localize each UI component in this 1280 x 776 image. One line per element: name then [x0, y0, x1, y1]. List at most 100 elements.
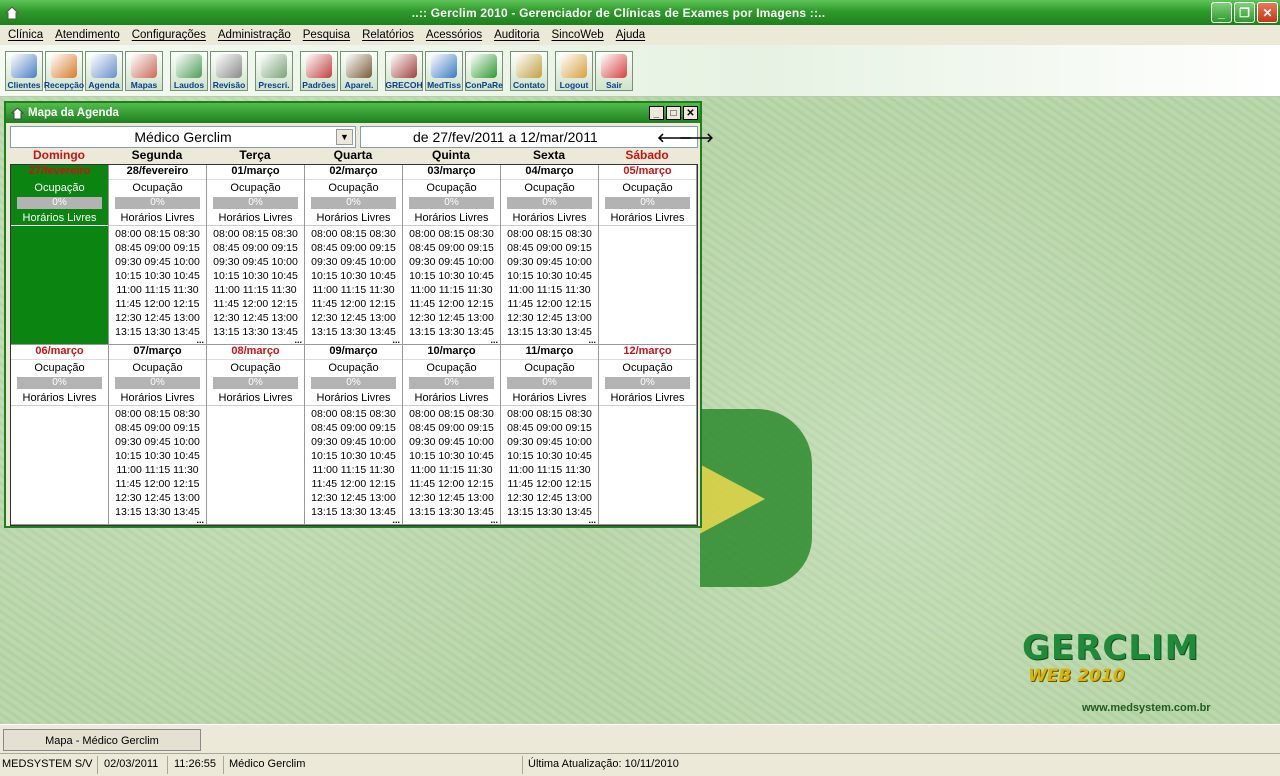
time-slot-row[interactable]: 08:00 08:15 08:30 [109, 407, 206, 421]
time-slot-row[interactable]: 13:15 13:30 13:45 [207, 325, 304, 339]
day-cell[interactable]: 11/março Ocupação 0% Horários Livres 08:00 0… [501, 345, 599, 525]
time-slot-row[interactable]: 09:30 09:45 10:00 [403, 255, 500, 269]
time-slot-row[interactable]: 11:00 11:15 11:30 [109, 463, 206, 477]
time-slot-row[interactable]: 11:45 12:00 12:15 [109, 477, 206, 491]
more-icon[interactable]: ... [588, 516, 596, 525]
time-slot-row[interactable]: 12:30 12:45 13:00 [305, 311, 402, 325]
time-slot-row[interactable]: 10:15 10:30 10:45 [403, 449, 500, 463]
time-slot-row[interactable]: 13:15 13:30 13:45 [305, 505, 402, 519]
time-slot-row[interactable]: 08:45 09:00 09:15 [305, 241, 402, 255]
time-slot-row[interactable]: 08:45 09:00 09:15 [501, 241, 598, 255]
time-slot-row[interactable]: 09:30 09:45 10:00 [109, 255, 206, 269]
time-slot-row[interactable]: 11:45 12:00 12:15 [305, 297, 402, 311]
toolbar-button-clientes[interactable]: Clientes [5, 51, 43, 91]
menu-item-8[interactable]: SincoWeb [546, 29, 610, 41]
time-slot-row[interactable]: 10:15 10:30 10:45 [501, 269, 598, 283]
time-slot-row[interactable]: 11:45 12:00 12:15 [501, 477, 598, 491]
menu-item-3[interactable]: Administração [212, 29, 297, 41]
day-cell[interactable]: 02/março Ocupação 0% Horários Livres 08:00 0… [305, 165, 403, 345]
time-slot-row[interactable]: 08:00 08:15 08:30 [501, 227, 598, 241]
time-slot-row[interactable]: 11:00 11:15 11:30 [207, 283, 304, 297]
toolbar-button-logout[interactable]: Logout [555, 51, 593, 91]
time-slot-row[interactable]: 11:45 12:00 12:15 [403, 297, 500, 311]
app-icon[interactable] [4, 5, 20, 21]
time-slot-row[interactable]: 12:30 12:45 13:00 [501, 311, 598, 325]
agenda-maximize-button[interactable]: □ [666, 106, 681, 120]
time-slot-row[interactable]: 09:30 09:45 10:00 [403, 435, 500, 449]
time-slot-row[interactable]: 11:00 11:15 11:30 [501, 283, 598, 297]
time-slot-row[interactable]: 11:45 12:00 12:15 [207, 297, 304, 311]
day-cell[interactable]: 05/março Ocupação 0% Horários Livres [599, 165, 697, 345]
time-slot-row[interactable]: 08:45 09:00 09:15 [305, 421, 402, 435]
time-slot-row[interactable]: 08:45 09:00 09:15 [403, 241, 500, 255]
time-slot-row[interactable]: 09:30 09:45 10:00 [109, 435, 206, 449]
more-icon[interactable]: ... [294, 336, 302, 345]
toolbar-button-padres[interactable]: Padrões [300, 51, 338, 91]
time-slot-row[interactable]: 11:00 11:15 11:30 [403, 283, 500, 297]
close-button[interactable]: ✕ [1257, 2, 1278, 23]
time-slot-row[interactable]: 10:15 10:30 10:45 [207, 269, 304, 283]
toolbar-button-contato[interactable]: Contato [510, 51, 548, 91]
time-slot-row[interactable]: 11:00 11:15 11:30 [305, 463, 402, 477]
menu-item-0[interactable]: Clínica [2, 29, 49, 41]
time-slot-row[interactable]: 08:00 08:15 08:30 [305, 227, 402, 241]
day-cell[interactable]: 03/março Ocupação 0% Horários Livres 08:00 0… [403, 165, 501, 345]
menu-item-2[interactable]: Configurações [126, 29, 212, 41]
toolbar-button-conpare[interactable]: ConPaRe [465, 51, 503, 91]
more-icon[interactable]: ... [392, 516, 400, 525]
time-slot-row[interactable]: 12:30 12:45 13:00 [305, 491, 402, 505]
toolbar-button-sair[interactable]: Sair [595, 51, 633, 91]
toolbar-button-laudos[interactable]: Laudos [170, 51, 208, 91]
time-slot-row[interactable]: 13:15 13:30 13:45 [305, 325, 402, 339]
day-cell[interactable]: 08/março Ocupação 0% Horários Livres [207, 345, 305, 525]
toolbar-button-reviso[interactable]: Revisão [210, 51, 248, 91]
time-slot-row[interactable]: 09:30 09:45 10:00 [501, 435, 598, 449]
menu-item-9[interactable]: Ajuda [610, 29, 651, 41]
more-icon[interactable]: ... [490, 336, 498, 345]
time-slot-row[interactable]: 08:45 09:00 09:15 [109, 241, 206, 255]
chevron-down-icon[interactable]: ▼ [336, 129, 353, 145]
arrow-right-icon[interactable]: 🡒 [679, 130, 714, 146]
more-icon[interactable]: ... [490, 516, 498, 525]
day-cell[interactable]: 10/março Ocupação 0% Horários Livres 08:00 0… [403, 345, 501, 525]
more-icon[interactable]: ... [588, 336, 596, 345]
menu-item-7[interactable]: Auditoria [488, 29, 545, 41]
day-cell[interactable]: 01/março Ocupação 0% Horários Livres 08:00 0… [207, 165, 305, 345]
time-slot-row[interactable]: 08:00 08:15 08:30 [109, 227, 206, 241]
time-slot-row[interactable]: 13:15 13:30 13:45 [501, 505, 598, 519]
time-slot-row[interactable]: 12:30 12:45 13:00 [207, 311, 304, 325]
time-slot-row[interactable]: 13:15 13:30 13:45 [403, 505, 500, 519]
maximize-button[interactable]: ❐ [1234, 2, 1255, 23]
time-slot-row[interactable]: 11:00 11:15 11:30 [109, 283, 206, 297]
minimize-button[interactable]: _ [1211, 2, 1232, 23]
time-slot-row[interactable]: 12:30 12:45 13:00 [109, 491, 206, 505]
menu-item-1[interactable]: Atendimento [49, 29, 126, 41]
time-slot-row[interactable]: 09:30 09:45 10:00 [305, 255, 402, 269]
time-slot-row[interactable]: 12:30 12:45 13:00 [501, 491, 598, 505]
time-slot-row[interactable]: 09:30 09:45 10:00 [207, 255, 304, 269]
day-cell[interactable]: 07/março Ocupação 0% Horários Livres 08:00 0… [109, 345, 207, 525]
time-slot-row[interactable]: 12:30 12:45 13:00 [403, 311, 500, 325]
agenda-close-button[interactable]: ✕ [683, 106, 698, 120]
menu-item-4[interactable]: Pesquisa [297, 29, 356, 41]
medico-select[interactable]: Médico Gerclim ▼ [10, 126, 356, 148]
day-cell[interactable]: 28/fevereiro Ocupação 0% Horários Livres 08:… [109, 165, 207, 345]
day-cell[interactable]: 12/março Ocupação 0% Horários Livres [599, 345, 697, 525]
time-slot-row[interactable]: 08:45 09:00 09:15 [501, 421, 598, 435]
toolbar-button-grecoh[interactable]: GRECOH [385, 51, 423, 91]
agenda-minimize-button[interactable]: _ [649, 106, 664, 120]
time-slot-row[interactable]: 11:45 12:00 12:15 [501, 297, 598, 311]
menu-item-6[interactable]: Acessórios [420, 29, 488, 41]
time-slot-row[interactable]: 12:30 12:45 13:00 [403, 491, 500, 505]
time-slot-row[interactable]: 11:45 12:00 12:15 [305, 477, 402, 491]
time-slot-row[interactable]: 11:45 12:00 12:15 [109, 297, 206, 311]
toolbar-button-prescri[interactable]: Prescri. [255, 51, 293, 91]
time-slot-row[interactable]: 09:30 09:45 10:00 [501, 255, 598, 269]
time-slot-row[interactable]: 10:15 10:30 10:45 [109, 449, 206, 463]
time-slot-row[interactable]: 11:00 11:15 11:30 [305, 283, 402, 297]
time-slot-row[interactable]: 08:00 08:15 08:30 [501, 407, 598, 421]
time-slot-row[interactable]: 13:15 13:30 13:45 [109, 505, 206, 519]
time-slot-row[interactable]: 08:00 08:15 08:30 [305, 407, 402, 421]
day-cell[interactable]: 06/março Ocupação 0% Horários Livres [11, 345, 109, 525]
toolbar-button-medtiss[interactable]: MedTiss [425, 51, 463, 91]
